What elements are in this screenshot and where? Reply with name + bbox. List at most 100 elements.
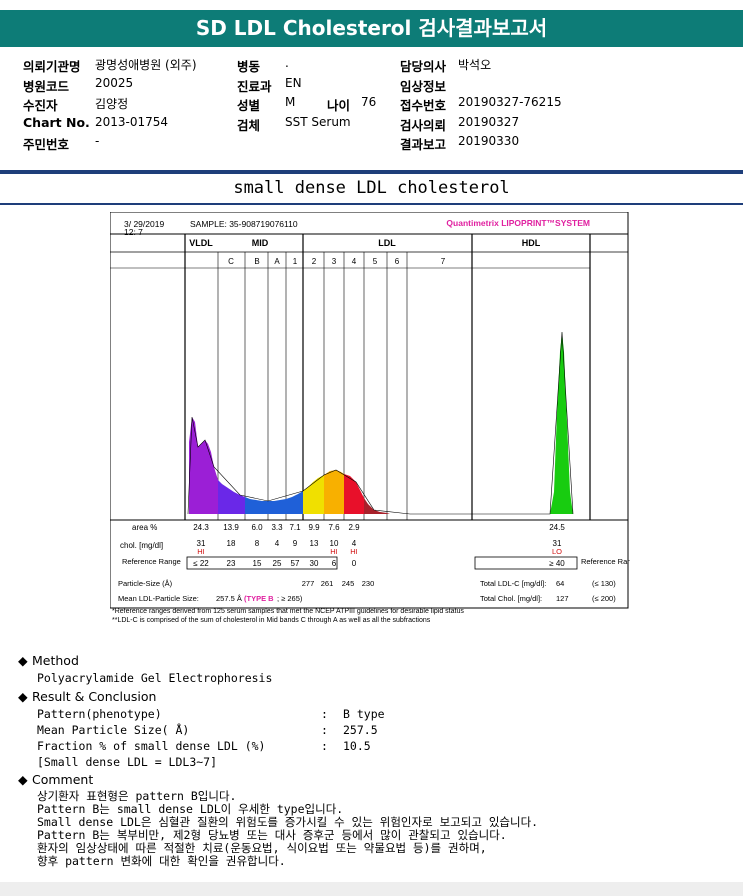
ref-value: 6 bbox=[332, 559, 337, 568]
ref-row-label-right: Reference Range bbox=[581, 557, 630, 566]
area-value: 7.6 bbox=[328, 523, 340, 532]
result-colon: : bbox=[321, 739, 328, 753]
info-row: 의뢰기관명 광명성애병원 (외주) 병동 . 담당의사 박석오 bbox=[0, 56, 743, 74]
info-label: 접수번호 bbox=[400, 98, 447, 113]
mean-size-type: (TYPE B bbox=[244, 594, 274, 603]
result-heading: ◆ Result & Conclusion bbox=[18, 689, 156, 704]
result-value: B type bbox=[343, 707, 385, 721]
flag-value: HI bbox=[350, 547, 358, 556]
section-subtitle: small dense LDL cholesterol bbox=[233, 178, 510, 198]
mean-size-label: Mean LDL-Particle Size: bbox=[118, 594, 199, 603]
total-chol-label: Total Chol. [mg/dl]: bbox=[480, 594, 542, 603]
ref-value: ≤ 22 bbox=[193, 559, 209, 568]
info-label: 검체 bbox=[237, 118, 261, 133]
info-value: 20190330 bbox=[458, 134, 520, 148]
chol-row-label: chol. [mg/dl] bbox=[120, 541, 163, 550]
info-value: 20190327 bbox=[458, 115, 520, 129]
area-value: 24.5 bbox=[549, 523, 565, 532]
band-label: 5 bbox=[373, 257, 378, 266]
info-label: 검사의뢰 bbox=[400, 118, 447, 133]
total-ldl-value: 64 bbox=[556, 579, 564, 588]
lipoprint-chart-svg: 3/ 29/2019 12: 7 SAMPLE: 35-908719076110… bbox=[109, 211, 640, 609]
total-ldl-ref: (≤ 130) bbox=[592, 579, 616, 588]
page-bottom-bar bbox=[0, 882, 743, 896]
patient-info: 의뢰기관명 광명성애병원 (외주) 병동 . 담당의사 박석오 병원코드 200… bbox=[0, 52, 743, 160]
chol-value: 18 bbox=[227, 539, 236, 548]
ref-value: ≥ 40 bbox=[549, 559, 565, 568]
chart-time: 12: 7 bbox=[124, 227, 143, 237]
info-label: 병원코드 bbox=[23, 79, 70, 94]
area-value: 6.0 bbox=[251, 523, 263, 532]
info-label: 결과보고 bbox=[400, 137, 447, 152]
info-value: - bbox=[95, 134, 100, 148]
band-label: 6 bbox=[395, 257, 400, 266]
total-ldl-label: Total LDL-C [mg/dl]: bbox=[480, 579, 546, 588]
chart-frame bbox=[109, 211, 629, 609]
comment-title: Comment bbox=[32, 772, 94, 787]
info-value: 2013-01754 bbox=[95, 115, 169, 129]
info-row: 수진자 김양정 성별 M 나이 76 접수번호 20190327-76215 bbox=[0, 95, 743, 113]
info-row: 병원코드 20025 진료과 EN 임상정보 bbox=[0, 76, 743, 94]
area-value: 9.9 bbox=[308, 523, 320, 532]
info-value: 20025 bbox=[95, 76, 134, 90]
diamond-icon: ◆ bbox=[18, 689, 28, 704]
result-key: Mean Particle Size( Å) bbox=[37, 723, 190, 737]
area-value: 2.9 bbox=[348, 523, 360, 532]
info-label: 담당의사 bbox=[400, 59, 447, 74]
method-title: Method bbox=[32, 653, 79, 668]
group-label: LDL bbox=[378, 238, 396, 248]
chol-value: 9 bbox=[293, 539, 298, 548]
info-value: . bbox=[285, 56, 289, 70]
ref-value: 30 bbox=[310, 559, 319, 568]
info-row: Chart No. 2013-01754 검체 SST Serum 검사의뢰 2… bbox=[0, 115, 743, 133]
result-note: [Small dense LDL = LDL3~7] bbox=[37, 755, 218, 769]
chol-value: 13 bbox=[310, 539, 319, 548]
diamond-icon: ◆ bbox=[18, 653, 28, 668]
band-label: 2 bbox=[312, 257, 317, 266]
info-label: 주민번호 bbox=[23, 137, 70, 152]
result-colon: : bbox=[321, 707, 328, 721]
info-label: 병동 bbox=[237, 59, 261, 74]
info-label: 의뢰기관명 bbox=[23, 59, 81, 74]
total-chol-ref: (≤ 200) bbox=[592, 594, 616, 603]
mean-size-ref: ; ≥ 265) bbox=[277, 594, 303, 603]
info-value: SST Serum bbox=[285, 115, 351, 129]
info-value: 20190327-76215 bbox=[458, 95, 562, 109]
band-label: 4 bbox=[352, 257, 357, 266]
trace-ldl2 bbox=[324, 470, 344, 514]
method-text: Polyacrylamide Gel Electrophoresis bbox=[37, 671, 273, 685]
info-label: 진료과 bbox=[237, 79, 272, 94]
result-colon: : bbox=[321, 723, 328, 737]
divider bbox=[0, 170, 743, 174]
group-label: VLDL bbox=[189, 238, 213, 248]
age-value: 76 bbox=[361, 95, 377, 109]
flag-value: HI bbox=[330, 547, 338, 556]
particle-size-value: 277 bbox=[302, 579, 315, 588]
flag-value: LO bbox=[552, 547, 562, 556]
ref-value: 15 bbox=[253, 559, 262, 568]
band-label: 1 bbox=[293, 257, 298, 266]
info-value: M bbox=[285, 95, 296, 109]
comment-line: 향후 pattern 변화에 대한 확인을 권유합니다. bbox=[37, 854, 286, 868]
result-value: 10.5 bbox=[343, 739, 371, 753]
flag-value: HI bbox=[197, 547, 205, 556]
area-value: 3.3 bbox=[271, 523, 283, 532]
ref-value: 25 bbox=[273, 559, 282, 568]
chart-brand: Quantimetrix LIPOPRINT™SYSTEM bbox=[446, 218, 590, 228]
area-value: 24.3 bbox=[193, 523, 209, 532]
footnote: **LDL-C is comprised of the sum of chole… bbox=[112, 617, 431, 624]
lipoprint-chart: 3/ 29/2019 12: 7 SAMPLE: 35-908719076110… bbox=[109, 211, 640, 616]
chol-value: 8 bbox=[255, 539, 260, 548]
diamond-icon: ◆ bbox=[18, 772, 28, 787]
result-key: Fraction % of small dense LDL (%) bbox=[37, 739, 266, 753]
info-label: 임상정보 bbox=[400, 79, 447, 94]
info-value: 김양정 bbox=[95, 97, 129, 111]
group-label: MID bbox=[252, 238, 269, 248]
info-row: 주민번호 - 결과보고 20190330 bbox=[0, 134, 743, 152]
result-key: Pattern(phenotype) bbox=[37, 707, 162, 721]
band-label: C bbox=[228, 257, 234, 266]
info-value: EN bbox=[285, 76, 302, 90]
info-value: 광명성애병원 (외주) bbox=[95, 58, 197, 72]
info-label: 수진자 bbox=[23, 98, 58, 113]
group-label: HDL bbox=[522, 238, 541, 248]
